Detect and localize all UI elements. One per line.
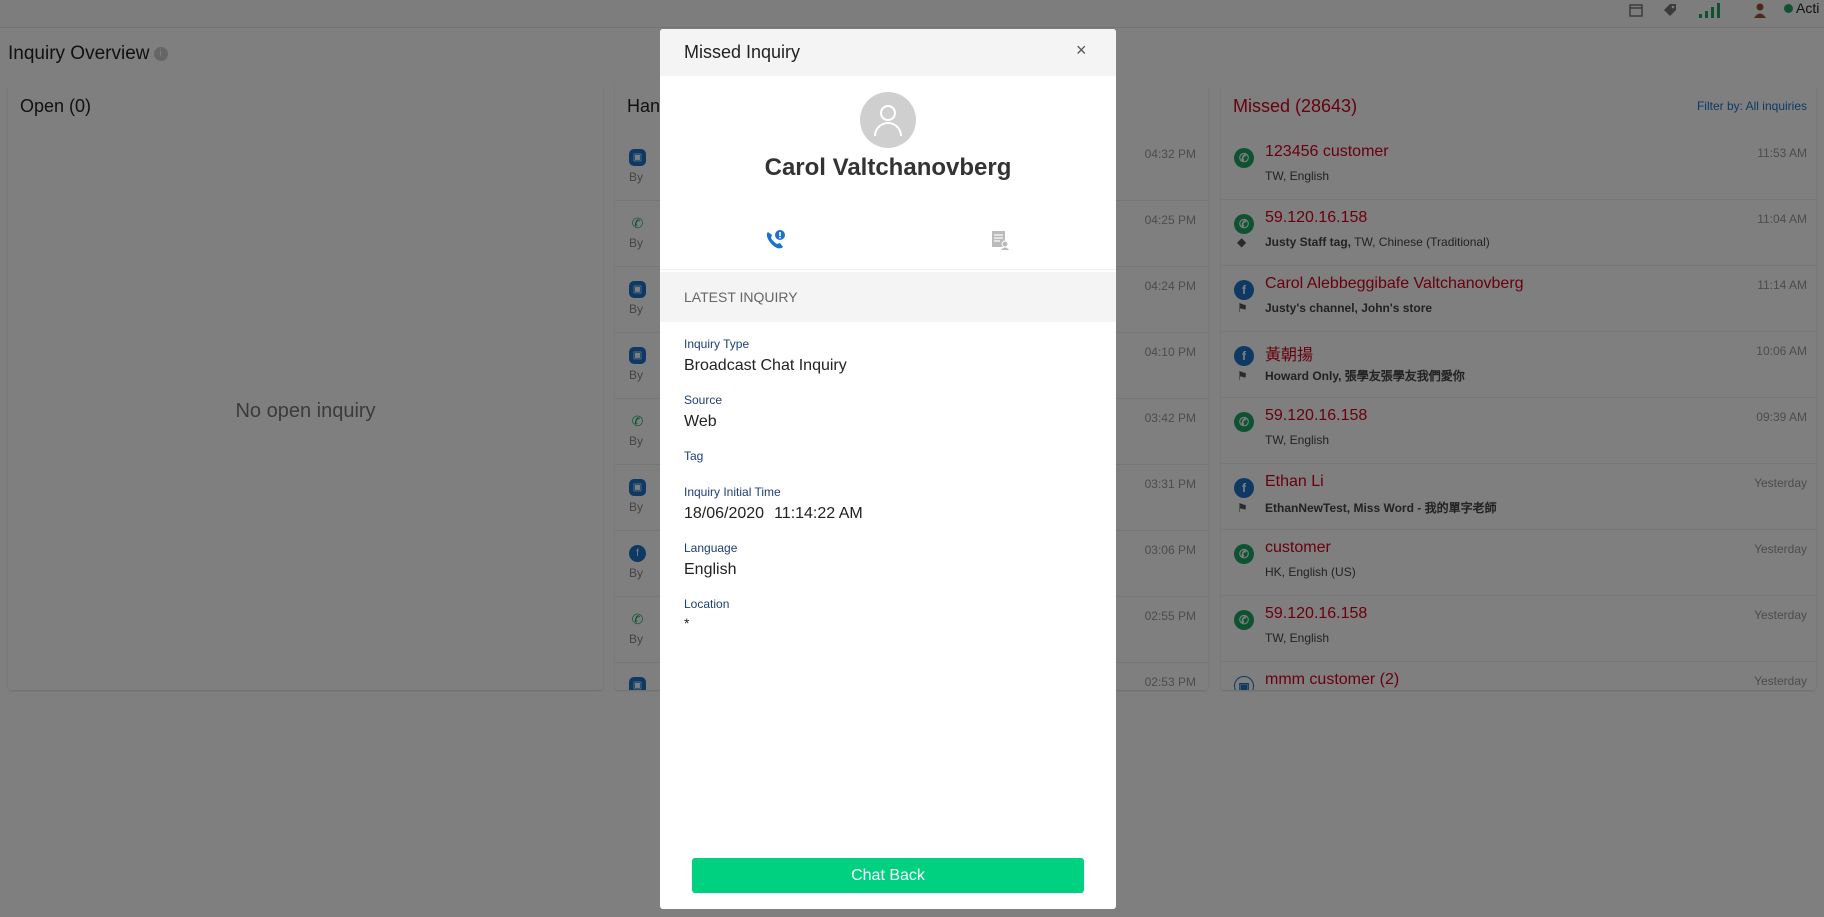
location-label: Location [684, 597, 730, 611]
tab-inquiry-details[interactable] [764, 229, 786, 256]
language-label: Language [684, 541, 738, 555]
initial-date: 18/06/2020 [684, 505, 765, 522]
dialog-header: Missed Inquiry × [660, 29, 1116, 76]
latest-inquiry-header: LATEST INQUIRY [660, 272, 1116, 322]
inquiry-type-value: Broadcast Chat Inquiry [684, 357, 847, 374]
avatar [860, 92, 916, 148]
close-icon[interactable]: × [1076, 40, 1087, 61]
initial-time-value: 18/06/2020 11:14:22 AM [684, 505, 863, 523]
initial-time: 11:14:22 AM [774, 505, 863, 522]
chat-back-button[interactable]: Chat Back [692, 858, 1084, 893]
tab-notes[interactable] [989, 229, 1011, 256]
initial-time-label: Inquiry Initial Time [684, 485, 781, 499]
language-value: English [684, 561, 737, 578]
tag-label: Tag [684, 449, 704, 463]
latest-inquiry-title: LATEST INQUIRY [684, 289, 798, 305]
source-label: Source [684, 393, 723, 407]
dialog-title: Missed Inquiry [684, 42, 801, 62]
location-value: * [684, 615, 690, 631]
tab-divider [660, 269, 1116, 270]
phone-info-icon [766, 230, 785, 249]
source-value: Web [684, 413, 717, 430]
inquiry-type-label: Inquiry Type [684, 337, 750, 351]
missed-inquiry-dialog: Missed Inquiry × Carol Valtchanovberg LA… [660, 29, 1116, 909]
customer-name: Carol Valtchanovberg [764, 154, 1012, 181]
note-icon [992, 231, 1009, 250]
